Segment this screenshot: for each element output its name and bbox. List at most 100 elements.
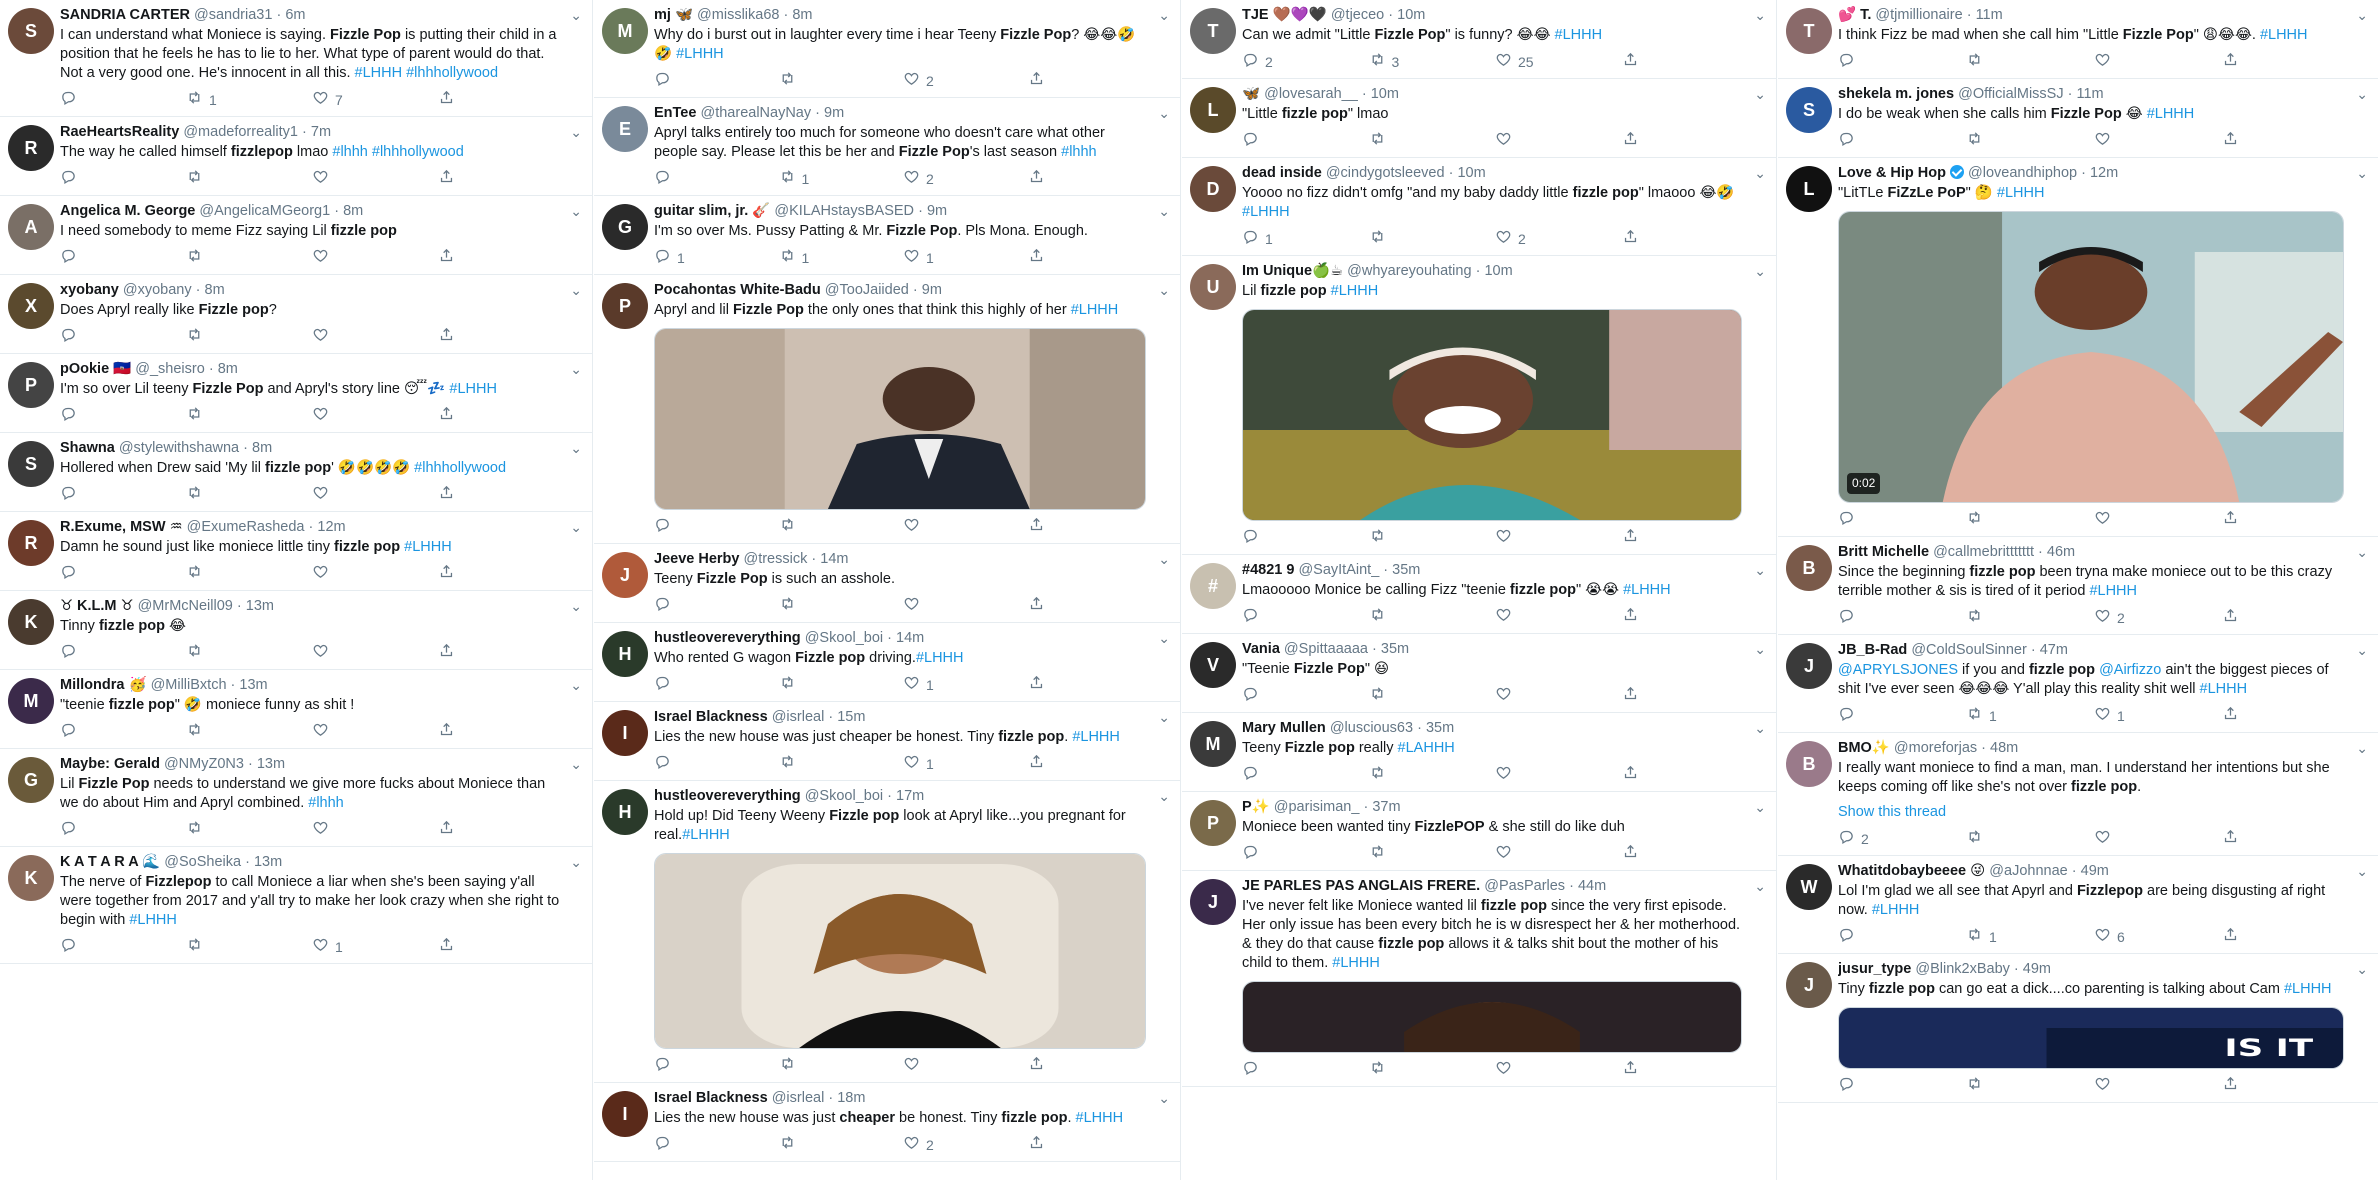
avatar[interactable]: B	[1786, 545, 1832, 591]
chevron-down-icon[interactable]: ⌄	[570, 202, 582, 221]
avatar[interactable]: T	[1786, 8, 1832, 54]
like-button[interactable]	[312, 484, 438, 506]
hashtag-link[interactable]: #LHHH	[1332, 955, 1380, 971]
chevron-down-icon[interactable]: ⌄	[1158, 787, 1170, 806]
user-handle[interactable]: @ExumeRasheda	[187, 519, 305, 535]
timestamp[interactable]: 9m	[824, 105, 844, 121]
timestamp[interactable]: 12m	[317, 519, 345, 535]
tweet[interactable]: J JE PARLES PAS ANGLAIS FRERE. @PasParle…	[1182, 871, 1776, 1087]
user-handle[interactable]: @isrleal	[772, 1090, 825, 1106]
tweet[interactable]: B BMO✨ @moreforjas · 48m ⌄ I really want…	[1778, 733, 2378, 856]
chevron-down-icon[interactable]: ⌄	[570, 755, 582, 774]
timestamp[interactable]: 47m	[2040, 642, 2068, 658]
timestamp[interactable]: 6m	[285, 7, 305, 23]
retweet-button[interactable]	[1966, 51, 2094, 73]
share-button[interactable]	[1028, 247, 1153, 269]
retweet-button[interactable]	[1966, 1075, 2094, 1097]
timestamp[interactable]: 15m	[837, 709, 865, 725]
reply-button[interactable]	[1242, 1059, 1369, 1081]
like-button[interactable]	[903, 1055, 1028, 1077]
avatar[interactable]: D	[1190, 166, 1236, 212]
display-name[interactable]: Millondra 🥳	[60, 677, 147, 693]
timestamp[interactable]: 14m	[896, 630, 924, 646]
retweet-button[interactable]	[1369, 685, 1496, 707]
retweet-button[interactable]	[1966, 828, 2094, 850]
show-thread-link[interactable]: Show this thread	[1838, 803, 2350, 822]
avatar[interactable]: L	[1190, 87, 1236, 133]
tweet-media[interactable]: IS IT	[1838, 1007, 2344, 1069]
reply-button[interactable]	[60, 563, 186, 585]
timestamp[interactable]: 10m	[1484, 263, 1512, 279]
like-button[interactable]: 2	[1495, 228, 1622, 250]
timestamp[interactable]: 13m	[257, 756, 285, 772]
tweet[interactable]: G guitar slim, jr. 🎸 @KILAHstaysBASED · …	[594, 196, 1180, 275]
reply-button[interactable]	[1838, 607, 1966, 629]
like-button[interactable]	[1495, 843, 1622, 865]
timestamp[interactable]: 8m	[792, 7, 812, 23]
user-handle[interactable]: @MrMcNeill09	[138, 598, 233, 614]
share-button[interactable]	[438, 819, 564, 841]
display-name[interactable]: Whatitdobaybeeee 😜	[1838, 863, 1985, 879]
display-name[interactable]: JB_B-Rad	[1838, 642, 1907, 658]
share-button[interactable]	[1028, 1134, 1153, 1156]
hashtag-link[interactable]: #LHHH	[1072, 729, 1120, 745]
chevron-down-icon[interactable]: ⌄	[1754, 561, 1766, 580]
display-name[interactable]: hustleovereverything	[654, 788, 801, 804]
share-button[interactable]	[1028, 70, 1153, 92]
share-button[interactable]	[438, 642, 564, 664]
display-name[interactable]: RaeHeartsReality	[60, 124, 179, 140]
share-button[interactable]	[2222, 705, 2350, 727]
display-name[interactable]: Britt Michelle	[1838, 544, 1929, 560]
display-name[interactable]: Shawna	[60, 440, 115, 456]
chevron-down-icon[interactable]: ⌄	[570, 281, 582, 300]
chevron-down-icon[interactable]: ⌄	[1158, 6, 1170, 25]
timestamp[interactable]: 35m	[1381, 641, 1409, 657]
reply-button[interactable]	[60, 484, 186, 506]
hashtag-link[interactable]: #LHHH	[1555, 27, 1603, 43]
display-name[interactable]: TJE 🤎💜🖤	[1242, 7, 1327, 23]
timestamp[interactable]: 13m	[239, 677, 267, 693]
tweet-media[interactable]	[654, 853, 1146, 1049]
chevron-down-icon[interactable]: ⌄	[1158, 281, 1170, 300]
reply-button[interactable]	[654, 595, 779, 617]
display-name[interactable]: dead inside	[1242, 165, 1322, 181]
retweet-button[interactable]	[1966, 509, 2094, 531]
hashtag-link[interactable]: #LHHH	[449, 381, 497, 397]
like-button[interactable]	[312, 247, 438, 269]
timestamp[interactable]: 8m	[218, 361, 238, 377]
retweet-button[interactable]	[1966, 130, 2094, 152]
avatar[interactable]: I	[602, 1091, 648, 1137]
timestamp[interactable]: 12m	[2090, 165, 2118, 181]
user-handle[interactable]: @whyareyouhating	[1347, 263, 1471, 279]
avatar[interactable]: P	[8, 362, 54, 408]
user-handle[interactable]: @Blink2xBaby	[1915, 961, 2010, 977]
share-button[interactable]	[438, 247, 564, 269]
like-button[interactable]	[312, 721, 438, 743]
avatar[interactable]: H	[602, 631, 648, 677]
hashtag-link[interactable]: #LHHH	[2284, 981, 2332, 997]
user-handle[interactable]: @OfficialMissSJ	[1958, 86, 2064, 102]
retweet-button[interactable]	[186, 721, 312, 743]
display-name[interactable]: Israel Blackness	[654, 709, 768, 725]
tweet[interactable]: S shekela m. jones @OfficialMissSJ · 11m…	[1778, 79, 2378, 158]
tweet-media[interactable]	[1242, 981, 1742, 1053]
like-button[interactable]: 1	[903, 674, 1028, 696]
reply-button[interactable]	[1242, 606, 1369, 628]
reply-button[interactable]	[654, 516, 779, 538]
like-button[interactable]	[1495, 606, 1622, 628]
hashtag-link[interactable]: #LHHH	[1076, 1110, 1124, 1126]
display-name[interactable]: pOokie 🇭🇹	[60, 361, 131, 377]
display-name[interactable]: SANDRIA CARTER	[60, 7, 190, 23]
display-name[interactable]: Jeeve Herby	[654, 551, 739, 567]
chevron-down-icon[interactable]: ⌄	[1158, 629, 1170, 648]
tweet[interactable]: P P✨ @parisiman_ · 37m ⌄ Moniece been wa…	[1182, 792, 1776, 871]
reply-button[interactable]: 2	[1838, 828, 1966, 850]
share-button[interactable]	[1028, 753, 1153, 775]
display-name[interactable]: guitar slim, jr. 🎸	[654, 203, 770, 219]
display-name[interactable]: shekela m. jones	[1838, 86, 1954, 102]
reply-button[interactable]	[60, 819, 186, 841]
user-handle[interactable]: @KILAHstaysBASED	[774, 203, 914, 219]
share-button[interactable]	[2222, 828, 2350, 850]
hashtag-link[interactable]: #LHHH	[682, 827, 730, 843]
like-button[interactable]: 6	[2094, 926, 2222, 948]
